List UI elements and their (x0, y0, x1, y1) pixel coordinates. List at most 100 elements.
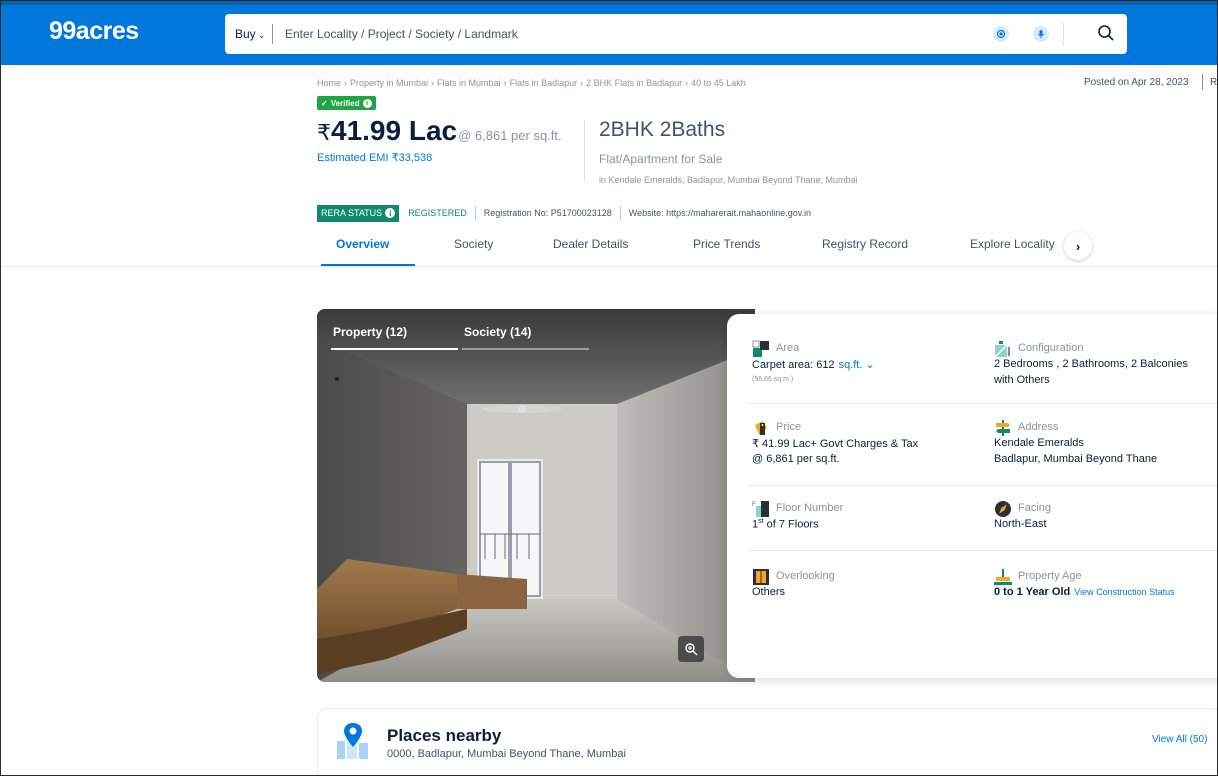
view-all-link[interactable]: View All (50) (1152, 734, 1207, 745)
property-location: in Kendale Emeralds, Badlapur, Mumbai Be… (599, 175, 858, 185)
registration-number: Registration No: P51700023128 (483, 208, 612, 218)
detail-value: with Others (994, 374, 1050, 386)
breadcrumb-item[interactable]: Flats in Badlapur (510, 78, 578, 88)
detail-property-age: Property Age 0 to 1 Year Old View Constru… (994, 568, 1217, 608)
detail-label: Overlooking (776, 570, 835, 582)
detail-value: Carpet area: 612 sq.ft. ⌄ (752, 358, 875, 371)
detail-label: Facing (1018, 502, 1052, 514)
price-tag-icon (755, 421, 767, 435)
property-age: 0 to 1 Year Old (994, 586, 1071, 598)
rera-status-tag: RERA STATUS i (317, 204, 400, 222)
breadcrumb-item[interactable]: 40 to 45 Lakh (691, 78, 746, 88)
tab-registry-record[interactable]: Registry Record (822, 237, 908, 251)
detail-label: Configuration (1018, 342, 1084, 354)
detail-value: 1st of 7 Floors (752, 518, 819, 531)
detail-value: Badlapur, Mumbai Beyond Thane (994, 453, 1158, 465)
site-logo[interactable]: 99acres (49, 17, 139, 46)
microphone-icon[interactable] (1033, 26, 1049, 42)
detail-value: North-East (994, 518, 1047, 530)
detail-price: Price ₹ 41.99 Lac+ Govt Charges & Tax @ … (752, 419, 982, 479)
buy-label: Buy (235, 27, 256, 41)
view-construction-status-link[interactable]: View Construction Status (1074, 587, 1174, 597)
tab-overview[interactable]: Overview (336, 237, 389, 251)
location-target-icon[interactable] (993, 26, 1009, 42)
detail-address: Address Kendale Emeralds Badlapur, Mumba… (994, 419, 1217, 479)
detail-configuration: Configuration 2 Bedrooms , 2 Bathrooms, … (994, 340, 1217, 400)
tab-price-trends[interactable]: Price Trends (693, 237, 760, 251)
location-pin-icon (337, 723, 368, 759)
detail-overlooking: Overlooking Others (752, 568, 982, 608)
divider (747, 550, 1217, 551)
breadcrumb-item[interactable]: Flats in Mumbai (437, 78, 501, 88)
posted-extra: R (1210, 77, 1218, 88)
chevron-right-icon[interactable]: › (1064, 232, 1092, 260)
info-icon[interactable]: i (385, 208, 396, 218)
property-photo (317, 309, 755, 682)
breadcrumb-item[interactable]: 2 BHK Flats in Badlapur (586, 78, 682, 88)
detail-value: 0 to 1 Year Old View Construction Status (994, 586, 1175, 598)
divider (1202, 74, 1203, 90)
detail-label: Area (776, 342, 800, 354)
price-amount: 41.99 Lac (331, 115, 458, 146)
breadcrumb-item[interactable]: Home (317, 78, 341, 88)
property-details-card: Area Carpet area: 612 sq.ft. ⌄ (56.86 sq.… (727, 314, 1217, 678)
price: ₹41.99 Lac@ 6,861 per sq.ft. (317, 115, 562, 147)
tab-dealer-details[interactable]: Dealer Details (553, 237, 628, 251)
buy-dropdown[interactable]: Buy ⌄ (235, 27, 265, 41)
price-per-sqft: @ 6,861 per sq.ft. (458, 128, 562, 143)
verified-label: Verified (330, 98, 360, 108)
tab-society[interactable]: Society (454, 237, 493, 251)
gallery-tab-indicator (331, 348, 458, 350)
places-nearby-card: Places nearby 0000, Badlapur, Mumbai Bey… (317, 708, 1217, 775)
property-type: Flat/Apartment for Sale (599, 152, 723, 166)
rera-row: RERA STATUS i REGISTERED Registration No:… (317, 204, 811, 222)
page: 99acres Buy⌄ Home›Property in Mumbai›Fla… (0, 0, 1218, 776)
floor-number-icon: F (752, 501, 769, 517)
search-icon[interactable] (1093, 20, 1119, 46)
zoom-icon[interactable] (678, 636, 704, 662)
breadcrumb-item[interactable]: Property in Mumbai (350, 78, 428, 88)
places-title: Places nearby (387, 726, 502, 745)
detail-sub: (56.86 sq.m.) (752, 376, 794, 383)
area-unit-label: sq.ft. (838, 359, 863, 371)
detail-value: @ 6,861 per sq.ft. (752, 453, 840, 465)
compass-icon (995, 501, 1011, 517)
currency-symbol: ₹ (317, 120, 331, 145)
floor-total: of 7 Floors (763, 518, 819, 531)
detail-value: 2 Bedrooms , 2 Bathrooms, 2 Balconies (994, 358, 1188, 370)
search-input[interactable] (285, 25, 985, 43)
divider (747, 403, 1217, 404)
breadcrumb: Home › Property in Mumbai › Flats in Mumbai ›… (317, 78, 746, 88)
detail-value: Kendale Emeralds (994, 437, 1084, 449)
signpost-icon (996, 420, 1010, 436)
divider (474, 206, 476, 220)
gallery-tab-property[interactable]: Property (12) (333, 325, 407, 339)
photo-gallery[interactable]: Property (12) Society (14) (317, 309, 755, 682)
detail-floor: F Floor Number 1st of 7 Floors (752, 500, 982, 540)
detail-label: Price (776, 421, 802, 433)
detail-value: Others (752, 586, 786, 598)
gallery-tab-society[interactable]: Society (14) (464, 325, 531, 339)
search-bar: Buy ⌄ (225, 14, 1127, 54)
rera-label: RERA STATUS (321, 208, 383, 218)
info-icon[interactable]: i (362, 98, 372, 108)
divider (747, 485, 1217, 486)
detail-label: Address (1018, 421, 1059, 433)
detail-facing: Facing North-East (994, 500, 1217, 540)
detail-area: Area Carpet area: 612 sq.ft. ⌄ (56.86 sq.… (752, 340, 982, 400)
carpet-area: Carpet area: 612 (752, 359, 835, 371)
top-header: 99acres Buy ⌄ (1, 1, 1217, 65)
divider (584, 121, 585, 181)
emi-link[interactable]: Estimated EMI ₹33,538 (317, 151, 432, 164)
divider (272, 24, 273, 44)
area-icon (752, 340, 769, 357)
area-unit-dropdown[interactable]: sq.ft. ⌄ (839, 359, 875, 371)
divider (619, 206, 621, 220)
divider (1, 266, 1217, 267)
rera-status: REGISTERED (408, 208, 467, 218)
tab-explore-locality[interactable]: Explore Locality (970, 237, 1055, 251)
divider (462, 348, 589, 350)
chevron-down-icon: ⌄ (257, 30, 266, 40)
check-icon: ✓ (321, 98, 328, 108)
rera-website[interactable]: Website: https://maharerait.mahaonline.g… (629, 208, 811, 218)
